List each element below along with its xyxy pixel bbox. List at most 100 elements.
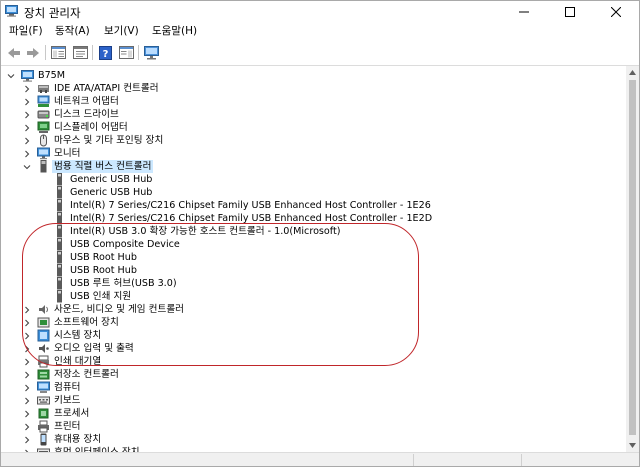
expand-chevron-icon[interactable] [23, 394, 31, 407]
device-label: Intel(R) 7 Series/C216 Chipset Family US… [70, 200, 431, 211]
scroll-down-arrow-icon[interactable] [626, 439, 639, 452]
device-manager-window: 장치 관리자 파일(F) 동작(A) 보기(V) 도움말(H) ? B75M I… [0, 0, 640, 467]
usb-device-icon [53, 290, 66, 303]
sound-icon [37, 303, 50, 316]
ide-controller-icon [37, 82, 50, 95]
category-label: 마우스 및 기타 포인팅 장치 [54, 135, 164, 146]
expand-chevron-icon[interactable] [23, 82, 31, 95]
portable-device-icon [37, 433, 50, 446]
expand-chevron-icon[interactable] [23, 303, 31, 316]
usb-device-icon [53, 251, 66, 264]
menu-action[interactable]: 동작(A) [53, 24, 92, 39]
action-pane-icon[interactable] [117, 44, 135, 61]
printer-icon [37, 420, 50, 433]
device-label: USB Root Hub [70, 265, 137, 276]
collapse-chevron-icon[interactable] [23, 160, 31, 173]
processor-icon [37, 407, 50, 420]
properties-icon[interactable] [71, 44, 89, 61]
category-label: 프린터 [54, 421, 81, 432]
expand-chevron-icon[interactable] [23, 121, 31, 134]
expand-chevron-icon[interactable] [23, 108, 31, 121]
usb-controller-icon [37, 160, 50, 173]
device-label: USB Composite Device [70, 239, 180, 250]
usb-device-icon [53, 199, 66, 212]
device-label: Intel(R) USB 3.0 확장 가능한 호스트 컨트롤러 - 1.0(M… [70, 226, 341, 237]
device-tree[interactable]: B75M IDE ATA/ATAPI 컨트롤러 네트워크 어댑터 디스크 드라이브 디… [2, 66, 626, 452]
usb-device-icon [53, 212, 66, 225]
expand-chevron-icon[interactable] [23, 433, 31, 446]
category-label: 오디오 입력 및 출력 [54, 343, 134, 354]
title-bar[interactable]: 장치 관리자 [1, 1, 639, 22]
device-label: Intel(R) 7 Series/C216 Chipset Family US… [70, 213, 433, 224]
device-label: USB 루트 허브(USB 3.0) [70, 278, 177, 289]
close-button[interactable] [593, 1, 639, 22]
category-label: 저장소 컨트롤러 [54, 369, 119, 380]
category-label: 네트워크 어댑터 [54, 96, 119, 107]
expand-chevron-icon[interactable] [23, 329, 31, 342]
back-arrow-icon[interactable] [5, 44, 23, 61]
mouse-icon [37, 134, 50, 147]
scroll-thumb[interactable] [629, 80, 636, 435]
usb-device-icon [53, 225, 66, 238]
svg-text:?: ? [102, 49, 108, 60]
device-label: USB Root Hub [70, 252, 137, 263]
expand-chevron-icon[interactable] [23, 342, 31, 355]
expand-chevron-icon[interactable] [23, 368, 31, 381]
menu-help[interactable]: 도움말(H) [150, 24, 199, 39]
expand-chevron-icon[interactable] [23, 134, 31, 147]
toolbar: ? [1, 41, 639, 66]
usb-device-icon [53, 277, 66, 290]
expand-chevron-icon[interactable] [23, 381, 31, 394]
category-label: 디스플레이 어댑터 [54, 122, 128, 133]
expand-chevron-icon[interactable] [23, 95, 31, 108]
scroll-up-arrow-icon[interactable] [626, 66, 639, 79]
expand-chevron-icon[interactable] [23, 407, 31, 420]
expand-chevron-icon[interactable] [23, 355, 31, 368]
menu-file[interactable]: 파일(F) [7, 24, 45, 39]
expand-chevron-icon[interactable] [23, 420, 31, 433]
software-device-icon [37, 316, 50, 329]
display-adapter-icon [37, 121, 50, 134]
collapse-chevron-icon[interactable] [7, 69, 15, 82]
forward-arrow-icon[interactable] [24, 44, 42, 61]
audio-io-icon [37, 342, 50, 355]
usb-device-icon [53, 238, 66, 251]
device-label: USB 인쇄 지원 [70, 291, 132, 302]
system-device-icon [37, 329, 50, 342]
computer-icon [37, 381, 50, 394]
disk-drive-icon [37, 108, 50, 121]
device-manager-icon [5, 5, 18, 17]
status-bar [1, 452, 639, 466]
device-label: Generic USB Hub [70, 187, 153, 198]
category-label: 소프트웨어 장치 [54, 317, 119, 328]
help-icon[interactable]: ? [96, 44, 114, 61]
storage-controller-icon [37, 368, 50, 381]
minimize-button[interactable] [501, 1, 547, 22]
monitor-icon[interactable] [142, 44, 160, 61]
expand-chevron-icon[interactable] [23, 316, 31, 329]
category-label: 인쇄 대기열 [54, 356, 102, 367]
usb-device-icon [53, 264, 66, 277]
expand-chevron-icon[interactable] [23, 147, 31, 160]
category-label: 디스크 드라이브 [54, 109, 119, 120]
category-label: 키보드 [54, 395, 81, 406]
category-label: 범용 직렬 버스 컨트롤러 [52, 160, 154, 173]
network-adapter-icon [37, 95, 50, 108]
window-title: 장치 관리자 [24, 6, 81, 20]
maximize-button[interactable] [547, 1, 593, 22]
monitor-icon [37, 147, 50, 160]
usb-device-icon [53, 186, 66, 199]
menu-bar: 파일(F) 동작(A) 보기(V) 도움말(H) [1, 22, 639, 41]
usb-device-icon [53, 173, 66, 186]
category-label: 모니터 [54, 148, 81, 159]
print-queue-icon [37, 355, 50, 368]
computer-root-icon [21, 69, 34, 82]
keyboard-icon [37, 394, 50, 407]
show-hide-console-tree-icon[interactable] [49, 44, 67, 61]
category-label: 사운드, 비디오 및 게임 컨트롤러 [54, 304, 184, 315]
category-label: IDE ATA/ATAPI 컨트롤러 [54, 83, 159, 94]
category-label: 프로세서 [54, 408, 90, 419]
device-label: Generic USB Hub [70, 174, 153, 185]
vertical-scrollbar[interactable] [626, 66, 639, 452]
menu-view[interactable]: 보기(V) [102, 24, 141, 39]
